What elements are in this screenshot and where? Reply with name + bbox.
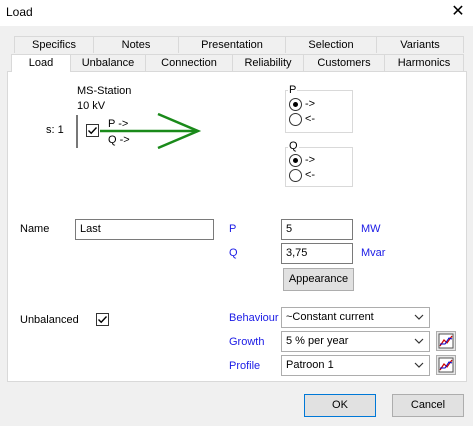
- tab-variants[interactable]: Variants: [376, 36, 464, 53]
- q-forward-radio[interactable]: [289, 154, 302, 167]
- unbalanced-label: Unbalanced: [20, 314, 79, 326]
- tab-selection[interactable]: Selection: [285, 36, 377, 53]
- p-backward-radio[interactable]: [289, 113, 302, 126]
- profile-select[interactable]: Patroon 1: [281, 355, 430, 376]
- tab-presentation[interactable]: Presentation: [178, 36, 286, 53]
- chevron-down-icon: [414, 338, 424, 344]
- growth-label: Growth: [229, 336, 265, 348]
- p-forward-radio[interactable]: [289, 98, 302, 111]
- title-bar: Load ✕: [0, 0, 473, 26]
- chart-icon: [438, 333, 454, 349]
- p-group-title: P: [288, 84, 298, 96]
- load-arrow-icon: [100, 112, 202, 150]
- p-forward-label: ->: [305, 98, 316, 110]
- tab-customers[interactable]: Customers: [303, 54, 385, 71]
- chevron-down-icon: [414, 362, 424, 368]
- p-backward-label: <-: [305, 113, 316, 125]
- p-label: P: [229, 223, 237, 235]
- q-input[interactable]: 3,75: [281, 243, 353, 264]
- q-backward-radio[interactable]: [289, 169, 302, 182]
- tab-reliability[interactable]: Reliability: [232, 54, 304, 71]
- tab-notes[interactable]: Notes: [93, 36, 179, 53]
- behaviour-value: ~Constant current: [286, 311, 374, 323]
- q-backward-label: <-: [305, 169, 316, 181]
- tab-harmonics[interactable]: Harmonics: [384, 54, 464, 71]
- station-name: MS-Station: [77, 85, 132, 97]
- q-group-title: Q: [288, 140, 299, 152]
- tab-load[interactable]: Load: [11, 54, 71, 72]
- p-input[interactable]: 5: [281, 219, 353, 240]
- profile-label: Profile: [229, 360, 261, 372]
- growth-value: 5 % per year: [286, 335, 349, 347]
- tab-connection[interactable]: Connection: [145, 54, 233, 71]
- growth-chart-button[interactable]: [436, 331, 456, 351]
- chart-icon: [438, 357, 454, 373]
- tab-specifics[interactable]: Specifics: [14, 36, 94, 53]
- name-input[interactable]: Last: [75, 219, 214, 240]
- growth-select[interactable]: 5 % per year: [281, 331, 430, 352]
- behaviour-select[interactable]: ~Constant current: [281, 307, 430, 328]
- close-icon[interactable]: ✕: [443, 0, 473, 26]
- window-title: Load: [6, 5, 33, 19]
- side-label: s: 1: [46, 124, 64, 136]
- ok-button[interactable]: OK: [304, 394, 376, 417]
- q-label: Q: [229, 247, 238, 259]
- unbalanced-checkbox[interactable]: [96, 313, 109, 326]
- name-label: Name: [20, 223, 50, 235]
- chevron-down-icon: [414, 314, 424, 320]
- tab-unbalance[interactable]: Unbalance: [70, 54, 146, 71]
- busbar: [76, 115, 78, 148]
- q-forward-label: ->: [305, 154, 316, 166]
- behaviour-label: Behaviour: [229, 312, 279, 324]
- checkmark-icon: [98, 316, 108, 324]
- profile-value: Patroon 1: [286, 359, 334, 371]
- appearance-button[interactable]: Appearance: [283, 268, 354, 291]
- checkmark-icon: [88, 127, 98, 135]
- p-direction-group: [285, 90, 353, 133]
- profile-chart-button[interactable]: [436, 355, 456, 375]
- q-unit: Mvar: [361, 247, 386, 259]
- p-unit: MW: [361, 223, 381, 235]
- cancel-button[interactable]: Cancel: [392, 394, 464, 417]
